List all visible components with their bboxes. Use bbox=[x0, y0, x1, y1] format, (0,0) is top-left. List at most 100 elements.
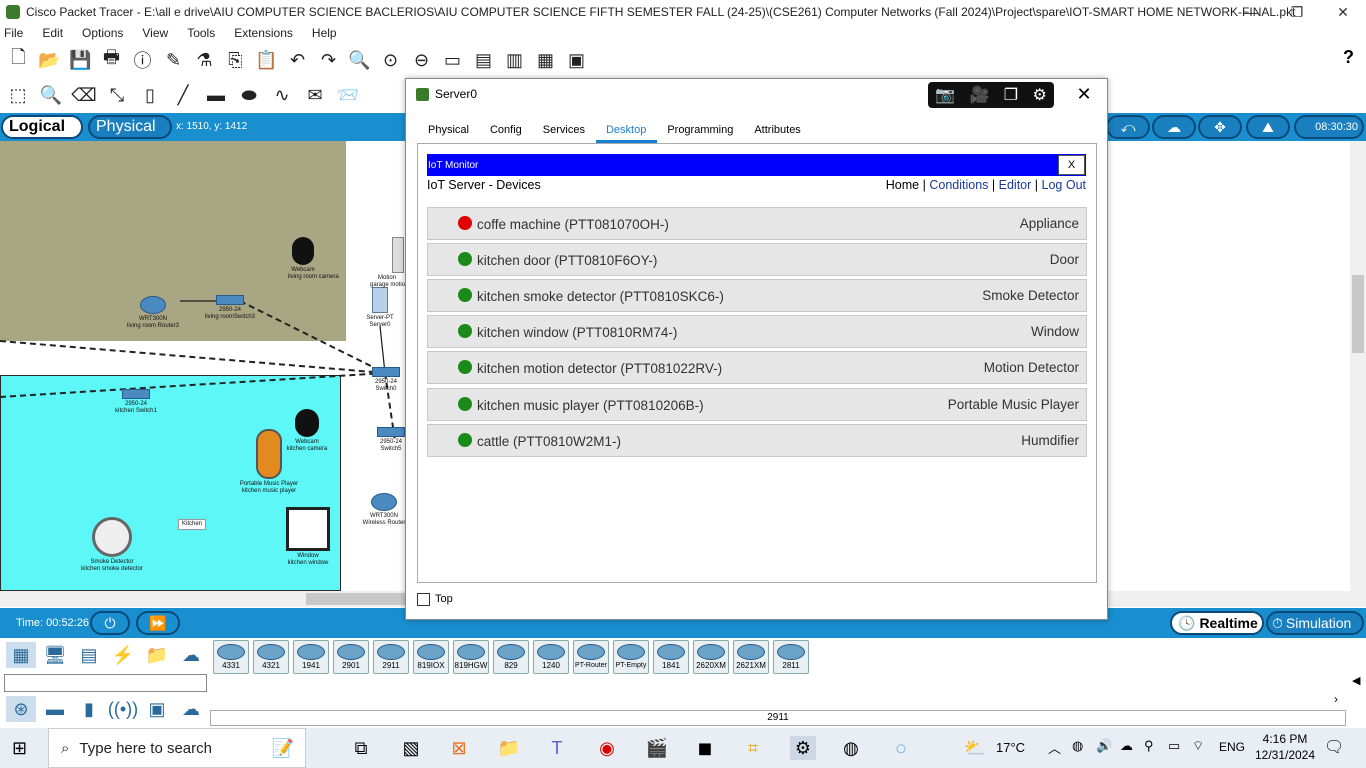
model-819hgw[interactable]: 819HGW bbox=[453, 640, 489, 674]
close-button[interactable]: ✕ bbox=[1320, 0, 1366, 24]
top-checkbox[interactable] bbox=[417, 593, 430, 606]
move-object-icon[interactable]: ✥ bbox=[1198, 115, 1242, 139]
undo-icon[interactable]: ↶ bbox=[285, 48, 310, 73]
notifications-icon[interactable]: 🗨 bbox=[1324, 737, 1344, 757]
select-icon[interactable]: ⬚ bbox=[4, 83, 32, 108]
menu-options[interactable]: Options bbox=[82, 26, 123, 40]
zoom-in-icon[interactable]: 🔍 bbox=[347, 48, 372, 73]
cluster-icon[interactable]: ☁ bbox=[1152, 115, 1196, 139]
inspect-icon[interactable]: 🔍 bbox=[37, 83, 65, 108]
living-room-switch[interactable]: 2950-24 living roomSwitch3 bbox=[198, 295, 262, 321]
model-4321[interactable]: 4321 bbox=[253, 640, 289, 674]
misc-category-icon[interactable]: 📁 bbox=[142, 642, 172, 668]
jetbrains-icon[interactable]: ◼ bbox=[692, 736, 718, 760]
model-pt-empty[interactable]: PT-Empty bbox=[613, 640, 649, 674]
model-2901[interactable]: 2901 bbox=[333, 640, 369, 674]
task-view-icon[interactable]: ⧉ bbox=[348, 736, 374, 760]
open-folder-icon[interactable]: 📂 bbox=[37, 48, 62, 73]
restore-button[interactable]: ❐ bbox=[1274, 0, 1320, 24]
model-4331[interactable]: 4331 bbox=[213, 640, 249, 674]
garage-motion-device[interactable]: Motion garage motion bbox=[370, 237, 408, 289]
wifi-icon[interactable]: ⌔ bbox=[1192, 738, 1204, 754]
tab-desktop[interactable]: Desktop bbox=[595, 119, 658, 143]
device-row[interactable]: kitchen door (PTT0810F6OY-) Door bbox=[427, 243, 1087, 276]
app-icon-2[interactable]: ⊠ bbox=[446, 736, 472, 760]
recorder-icon[interactable]: ◉ bbox=[594, 736, 620, 760]
components-category-icon[interactable]: ▤ bbox=[74, 642, 104, 668]
model-1240[interactable]: 1240 bbox=[533, 640, 569, 674]
menu-tools[interactable]: Tools bbox=[187, 26, 215, 40]
packet-tracer-taskbar-icon[interactable]: ⚙ bbox=[790, 736, 816, 760]
device-row[interactable]: cattle (PTT0810W2M1-) Humdifier bbox=[427, 424, 1087, 457]
background-image-icon[interactable]: ⛰ bbox=[1246, 115, 1290, 139]
network-devices-category-icon[interactable]: ▦ bbox=[6, 642, 36, 668]
custom-devices-icon[interactable]: ▤ bbox=[471, 48, 496, 73]
paste-icon[interactable]: 📋 bbox=[254, 48, 279, 73]
save-icon[interactable]: 💾 bbox=[68, 48, 93, 73]
media-icon[interactable]: 🎬 bbox=[644, 736, 670, 760]
end-devices-category-icon[interactable]: 🖥 bbox=[40, 642, 70, 668]
settings-gear-icon[interactable]: ⚙ bbox=[1032, 85, 1046, 105]
copy-window-icon[interactable]: ❐ bbox=[1004, 85, 1018, 105]
windows-start-icon[interactable]: ⊞ bbox=[12, 738, 27, 759]
camera-icon[interactable]: 📷 bbox=[935, 85, 955, 105]
model-829[interactable]: 829 bbox=[493, 640, 529, 674]
security-subcategory-icon[interactable]: ▣ bbox=[142, 696, 172, 722]
server0-device[interactable]: Server-PT Server0 bbox=[362, 287, 398, 329]
scroll-right-icon[interactable]: › bbox=[1334, 692, 1338, 706]
iot-monitor-close-button[interactable]: X bbox=[1058, 155, 1085, 175]
model-2620xm[interactable]: 2620XM bbox=[693, 640, 729, 674]
menu-view[interactable]: View bbox=[142, 26, 168, 40]
battery-icon[interactable]: ▭ bbox=[1168, 738, 1180, 754]
living-room-router[interactable]: WRT300N living room Router3 bbox=[118, 296, 188, 330]
help-icon[interactable]: ? bbox=[1343, 47, 1354, 68]
logout-link[interactable]: Log Out bbox=[1042, 178, 1086, 192]
draw-line-icon[interactable]: ╱ bbox=[169, 83, 197, 108]
hubs-subcategory-icon[interactable]: ▮ bbox=[74, 696, 104, 722]
info-icon[interactable]: ⓘ bbox=[130, 48, 155, 73]
model-2621xm[interactable]: 2621XM bbox=[733, 640, 769, 674]
new-file-icon[interactable]: 🗋 bbox=[6, 47, 31, 73]
device-dialog-icon[interactable]: ▦ bbox=[533, 48, 558, 73]
tab-services[interactable]: Services bbox=[532, 119, 596, 143]
add-simple-pdu-icon[interactable]: ✉ bbox=[301, 83, 329, 108]
onedrive-icon[interactable]: ☁ bbox=[1120, 738, 1133, 754]
app-icon-1[interactable]: ▧ bbox=[398, 736, 424, 760]
tab-config[interactable]: Config bbox=[479, 119, 533, 143]
kitchen-smoke-detector-device[interactable]: Smoke Detector kitchen smoke detector bbox=[74, 517, 150, 573]
delete-icon[interactable]: ⌫ bbox=[70, 83, 98, 108]
print-icon[interactable]: 🖶 bbox=[99, 47, 124, 73]
logical-view-button[interactable]: Logical bbox=[1, 115, 83, 139]
connections-category-icon[interactable]: ⚡ bbox=[108, 642, 138, 668]
model-2811[interactable]: 2811 bbox=[773, 640, 809, 674]
video-icon[interactable]: 🎥 bbox=[969, 85, 989, 105]
menu-file[interactable]: File bbox=[4, 26, 23, 40]
model-1941[interactable]: 1941 bbox=[293, 640, 329, 674]
minimize-button[interactable]: — bbox=[1228, 0, 1274, 24]
fast-forward-icon[interactable]: ⏩ bbox=[136, 611, 180, 635]
kitchen-music-player-device[interactable]: Portable Music Player kitchen music play… bbox=[232, 429, 306, 495]
language-indicator[interactable]: ENG bbox=[1219, 740, 1245, 754]
simulation-mode-button[interactable]: ⏱ Simulation bbox=[1266, 611, 1364, 635]
volume-icon[interactable]: 🔊 bbox=[1096, 738, 1112, 754]
redo-icon[interactable]: ↷ bbox=[316, 48, 341, 73]
draw-rectangle-icon[interactable]: ▬ bbox=[202, 83, 230, 108]
tab-physical[interactable]: Physical bbox=[418, 119, 480, 143]
routers-subcategory-icon[interactable]: ⊛ bbox=[6, 696, 36, 722]
notes-icon[interactable]: ▥ bbox=[502, 48, 527, 73]
model-pt-router[interactable]: PT-Router bbox=[573, 640, 609, 674]
scroll-thumb[interactable] bbox=[1352, 275, 1364, 353]
teams-icon[interactable]: T bbox=[544, 736, 570, 760]
place-note-icon[interactable]: ▯ bbox=[136, 83, 164, 108]
kitchen-switch-device[interactable]: 2950-24 kitchen Switch1 bbox=[108, 389, 164, 415]
realtime-mode-button[interactable]: 🕓 Realtime bbox=[1170, 611, 1264, 635]
menu-help[interactable]: Help bbox=[312, 26, 337, 40]
taskbar-clock[interactable]: 4:16 PM 12/31/2024 bbox=[1252, 731, 1318, 763]
activity-wizard-icon[interactable]: ✎ bbox=[161, 48, 186, 73]
drawing-palette-icon[interactable]: ▭ bbox=[440, 48, 465, 73]
device-row[interactable]: kitchen motion detector (PTT081022RV-) M… bbox=[427, 351, 1087, 384]
taskbar-search-box[interactable]: ⌕ Type here to search bbox=[48, 728, 306, 768]
draw-ellipse-icon[interactable]: ⬬ bbox=[235, 83, 263, 108]
tray-chevron-icon[interactable]: ︿ bbox=[1048, 738, 1061, 757]
switch5-device[interactable]: 2950-24 Switch5 bbox=[374, 427, 408, 453]
